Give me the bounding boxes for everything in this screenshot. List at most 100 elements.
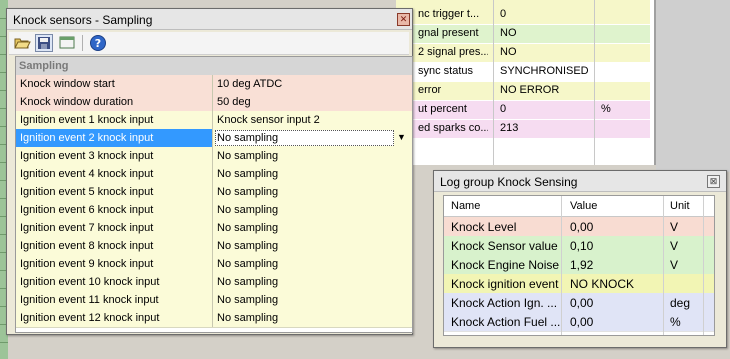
property-row[interactable]: Ignition event 2 knock input ▼ No sampling [16, 129, 412, 148]
toolbar-separator [82, 35, 83, 51]
property-value[interactable]: No sampling [217, 132, 278, 144]
property-value: No sampling [217, 150, 279, 162]
cell-value: 0,00 [570, 220, 594, 234]
property-label: Ignition event 8 knock input [20, 240, 154, 252]
property-row[interactable]: Ignition event 1 knock input Knock sensor… [16, 111, 412, 130]
property-label: Ignition event 11 knock input [20, 294, 159, 306]
table-row[interactable]: nc trigger t... 0 [396, 6, 650, 24]
column-header-unit[interactable]: Unit [670, 200, 690, 212]
property-name: Knock window start [16, 75, 213, 93]
property-label: Ignition event 5 knock input [20, 186, 154, 198]
window-titlebar[interactable]: Log group Knock Sensing ⊠ [434, 171, 726, 192]
cell-name: error [418, 84, 442, 96]
save-disk-icon[interactable] [35, 34, 53, 52]
table-row[interactable]: Knock Engine Noise 1,92 V [444, 255, 714, 275]
property-label: Knock window duration [20, 96, 134, 108]
table-row[interactable]: Knock Sensor value 0,10 V [444, 236, 714, 256]
property-row[interactable]: Knock window duration 50 deg [16, 93, 412, 112]
property-name: Ignition event 10 knock input [16, 273, 213, 291]
property-label: Ignition event 4 knock input [20, 168, 154, 180]
cell-name: Knock Action Fuel ... [451, 315, 561, 329]
property-value: No sampling [217, 240, 279, 252]
background-log-table: nc trigger t... 0 gnal present NO 2 signal p… [396, 0, 656, 165]
window-title: Log group Knock Sensing [440, 175, 578, 189]
table-row[interactable]: 2 signal pres... NO [396, 44, 650, 62]
cell-name: Knock Action Ign. ... [451, 296, 558, 310]
table-row[interactable]: Knock Action Ign. ... 0,00 deg [444, 293, 714, 313]
property-value: No sampling [217, 258, 279, 270]
cell-name: Knock Sensor value [451, 239, 558, 253]
cell-name: sync status [418, 65, 474, 77]
property-name: Ignition event 6 knock input [16, 201, 213, 219]
table-row[interactable]: ed sparks co... 213 [396, 120, 650, 138]
cell-name: 2 signal pres... [418, 46, 488, 58]
property-value: No sampling [217, 204, 279, 216]
open-folder-icon[interactable] [13, 34, 31, 52]
property-row[interactable]: Ignition event 11 knock input No sampling [16, 291, 412, 310]
column-header-name[interactable]: Name [451, 200, 480, 212]
table-row[interactable]: Knock ignition event NO KNOCK [444, 274, 714, 294]
property-row[interactable]: Ignition event 7 knock input No sampling [16, 219, 412, 238]
property-value: Knock sensor input 2 [217, 114, 320, 126]
window-titlebar[interactable]: Knock sensors - Sampling ✕ [7, 9, 412, 30]
table-row[interactable]: error NO ERROR [396, 82, 650, 100]
cell-name: Knock Engine Noise [451, 258, 560, 272]
cell-value: 0,00 [570, 296, 594, 310]
table-row[interactable]: Knock Action Fuel ... 0,00% [444, 312, 714, 332]
property-row[interactable]: Knock window start 10 deg ATDC [16, 75, 412, 94]
property-name: Ignition event 7 knock input [16, 219, 213, 237]
property-label: Ignition event 7 knock input [20, 222, 154, 234]
table-row[interactable]: Knock Level 0,00 V [444, 217, 714, 237]
table-row[interactable]: sync status SYNCHRONISED [396, 63, 650, 81]
cell-value: 1,92 [570, 258, 594, 272]
cell-value: 0 [500, 103, 507, 115]
property-row[interactable]: Ignition event 6 knock input No sampling [16, 201, 412, 220]
property-row[interactable]: Ignition event 8 knock input No sampling [16, 237, 412, 256]
property-name: Ignition event 11 knock input [16, 291, 213, 309]
log-group-window[interactable]: Log group Knock Sensing ⊠ Name Value Uni… [433, 170, 727, 348]
property-value: No sampling [217, 294, 279, 306]
property-label: Ignition event 1 knock input [20, 114, 154, 126]
property-name: Ignition event 5 knock input [16, 183, 213, 201]
property-row[interactable]: Ignition event 10 knock input No sampling [16, 273, 412, 292]
cell-unit: V [670, 258, 679, 272]
property-value: No sampling [217, 312, 279, 324]
property-name: Ignition event 3 knock input [16, 147, 213, 165]
cell-name: Knock ignition event [451, 277, 559, 291]
toolbar: ? [9, 32, 409, 55]
cell-unit: deg [670, 296, 691, 310]
property-value: No sampling [217, 276, 279, 288]
cell-unit: V [670, 220, 679, 234]
section-header[interactable]: Sampling [16, 57, 412, 75]
property-label: Ignition event 2 knock input [20, 132, 154, 144]
close-icon[interactable]: ✕ [397, 13, 410, 26]
cell-value: SYNCHRONISED [500, 65, 589, 77]
property-name: Ignition event 2 knock input [16, 129, 213, 147]
cell-value: NO [500, 27, 517, 39]
cell-value: 0,10 [570, 239, 594, 253]
property-row[interactable]: Ignition event 9 knock input No sampling [16, 255, 412, 274]
log-table: Name Value Unit Knock Level 0,00 V Knock Se… [443, 195, 715, 336]
table-header: Name Value Unit [444, 196, 714, 217]
property-row[interactable]: Ignition event 3 knock input No sampling [16, 147, 412, 166]
property-row[interactable]: Ignition event 5 knock input No sampling [16, 183, 412, 202]
property-row[interactable]: Ignition event 12 knock input No sampling [16, 309, 412, 328]
table-row[interactable]: ut percent 0% [396, 101, 650, 119]
property-name: Knock window duration [16, 93, 213, 111]
property-label: Ignition event 3 knock input [20, 150, 154, 162]
cell-unit: V [670, 239, 679, 253]
property-row[interactable]: Ignition event 4 knock input No sampling [16, 165, 412, 184]
help-icon[interactable]: ? [89, 34, 107, 52]
property-value: No sampling [217, 186, 279, 198]
dropdown-arrow-icon[interactable]: ▼ [397, 132, 406, 142]
column-header-value[interactable]: Value [570, 200, 597, 212]
property-value: No sampling [217, 222, 279, 234]
cell-value: NO KNOCK [570, 277, 635, 291]
table-row[interactable]: gnal present NO [396, 25, 650, 43]
window-icon[interactable] [58, 34, 76, 52]
property-label: Ignition event 12 knock input [20, 312, 160, 324]
window-title: Knock sensors - Sampling [13, 13, 153, 27]
knock-sensors-window[interactable]: Knock sensors - Sampling ✕ ? Sampling Kn… [6, 8, 413, 335]
close-icon[interactable]: ⊠ [707, 175, 720, 188]
property-name: Ignition event 8 knock input [16, 237, 213, 255]
